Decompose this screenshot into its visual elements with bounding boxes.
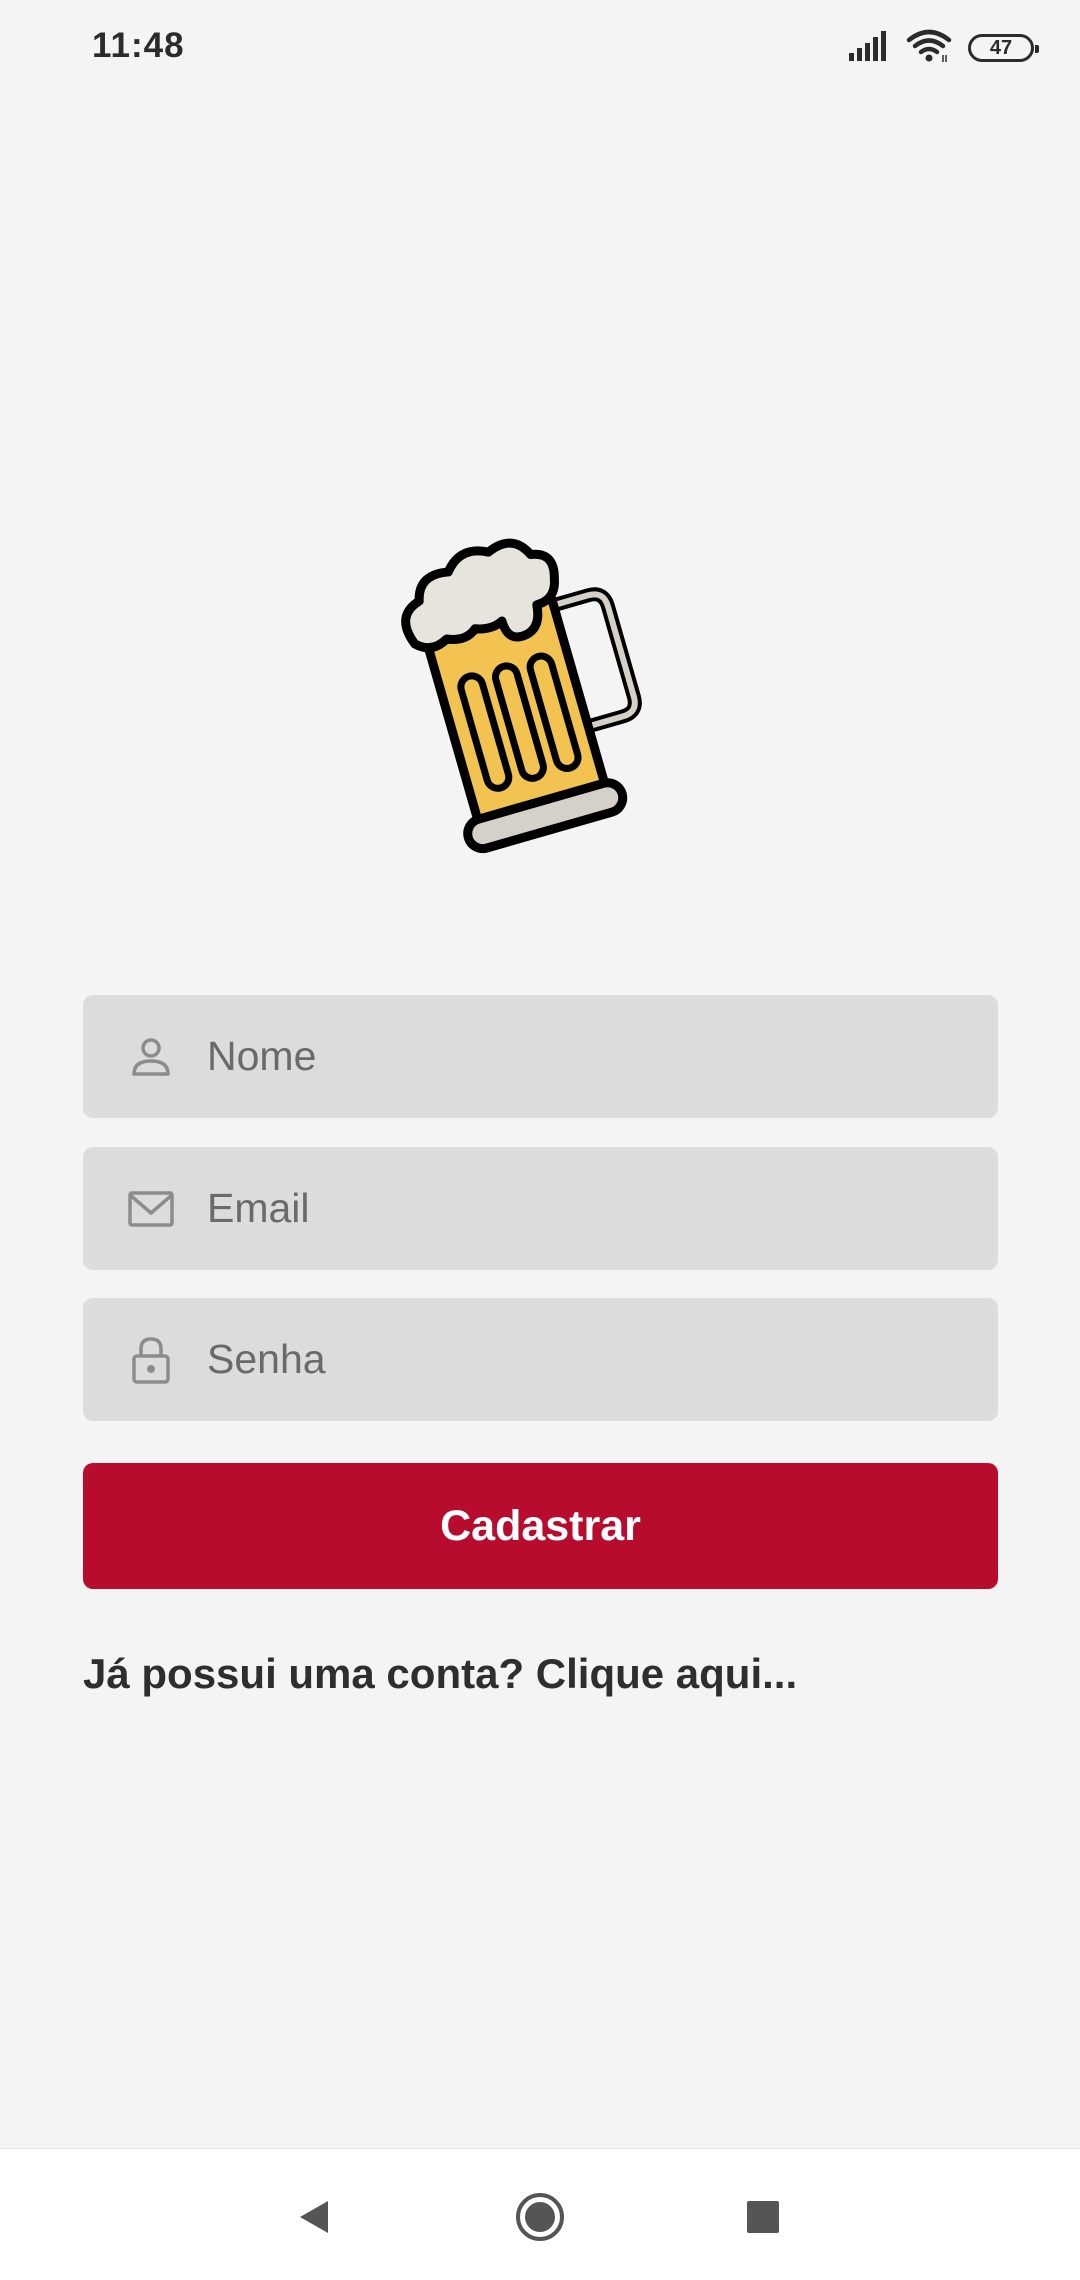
recent-apps-icon[interactable]	[731, 2185, 795, 2249]
signup-button[interactable]: Cadastrar	[83, 1463, 998, 1589]
login-link[interactable]: Já possui uma conta? Clique aqui...	[83, 1650, 797, 1698]
signup-screen: 11:48 47 Nome Email Cadastrar Já possui …	[0, 0, 1080, 2280]
beer-mug-icon	[390, 510, 670, 860]
signal-icon	[848, 30, 890, 66]
battery-level: 47	[989, 36, 1013, 59]
wifi-icon	[906, 29, 952, 68]
status-bar: 11:48 47	[0, 0, 1080, 96]
battery-tip	[1035, 45, 1039, 53]
email-input[interactable]	[207, 1147, 967, 1270]
mail-icon	[125, 1183, 177, 1235]
name-field[interactable]	[83, 995, 998, 1118]
lock-icon	[125, 1334, 177, 1386]
status-icons: 47	[848, 28, 1039, 68]
user-icon	[125, 1031, 177, 1083]
home-icon[interactable]	[508, 2185, 572, 2249]
battery-icon: 47	[968, 34, 1039, 62]
password-input[interactable]	[207, 1298, 967, 1421]
status-time: 11:48	[92, 26, 185, 65]
back-icon[interactable]	[282, 2185, 346, 2249]
password-field[interactable]	[83, 1298, 998, 1421]
navigation-bar	[0, 2148, 1080, 2280]
email-field[interactable]	[83, 1147, 998, 1270]
name-input[interactable]	[207, 995, 967, 1118]
